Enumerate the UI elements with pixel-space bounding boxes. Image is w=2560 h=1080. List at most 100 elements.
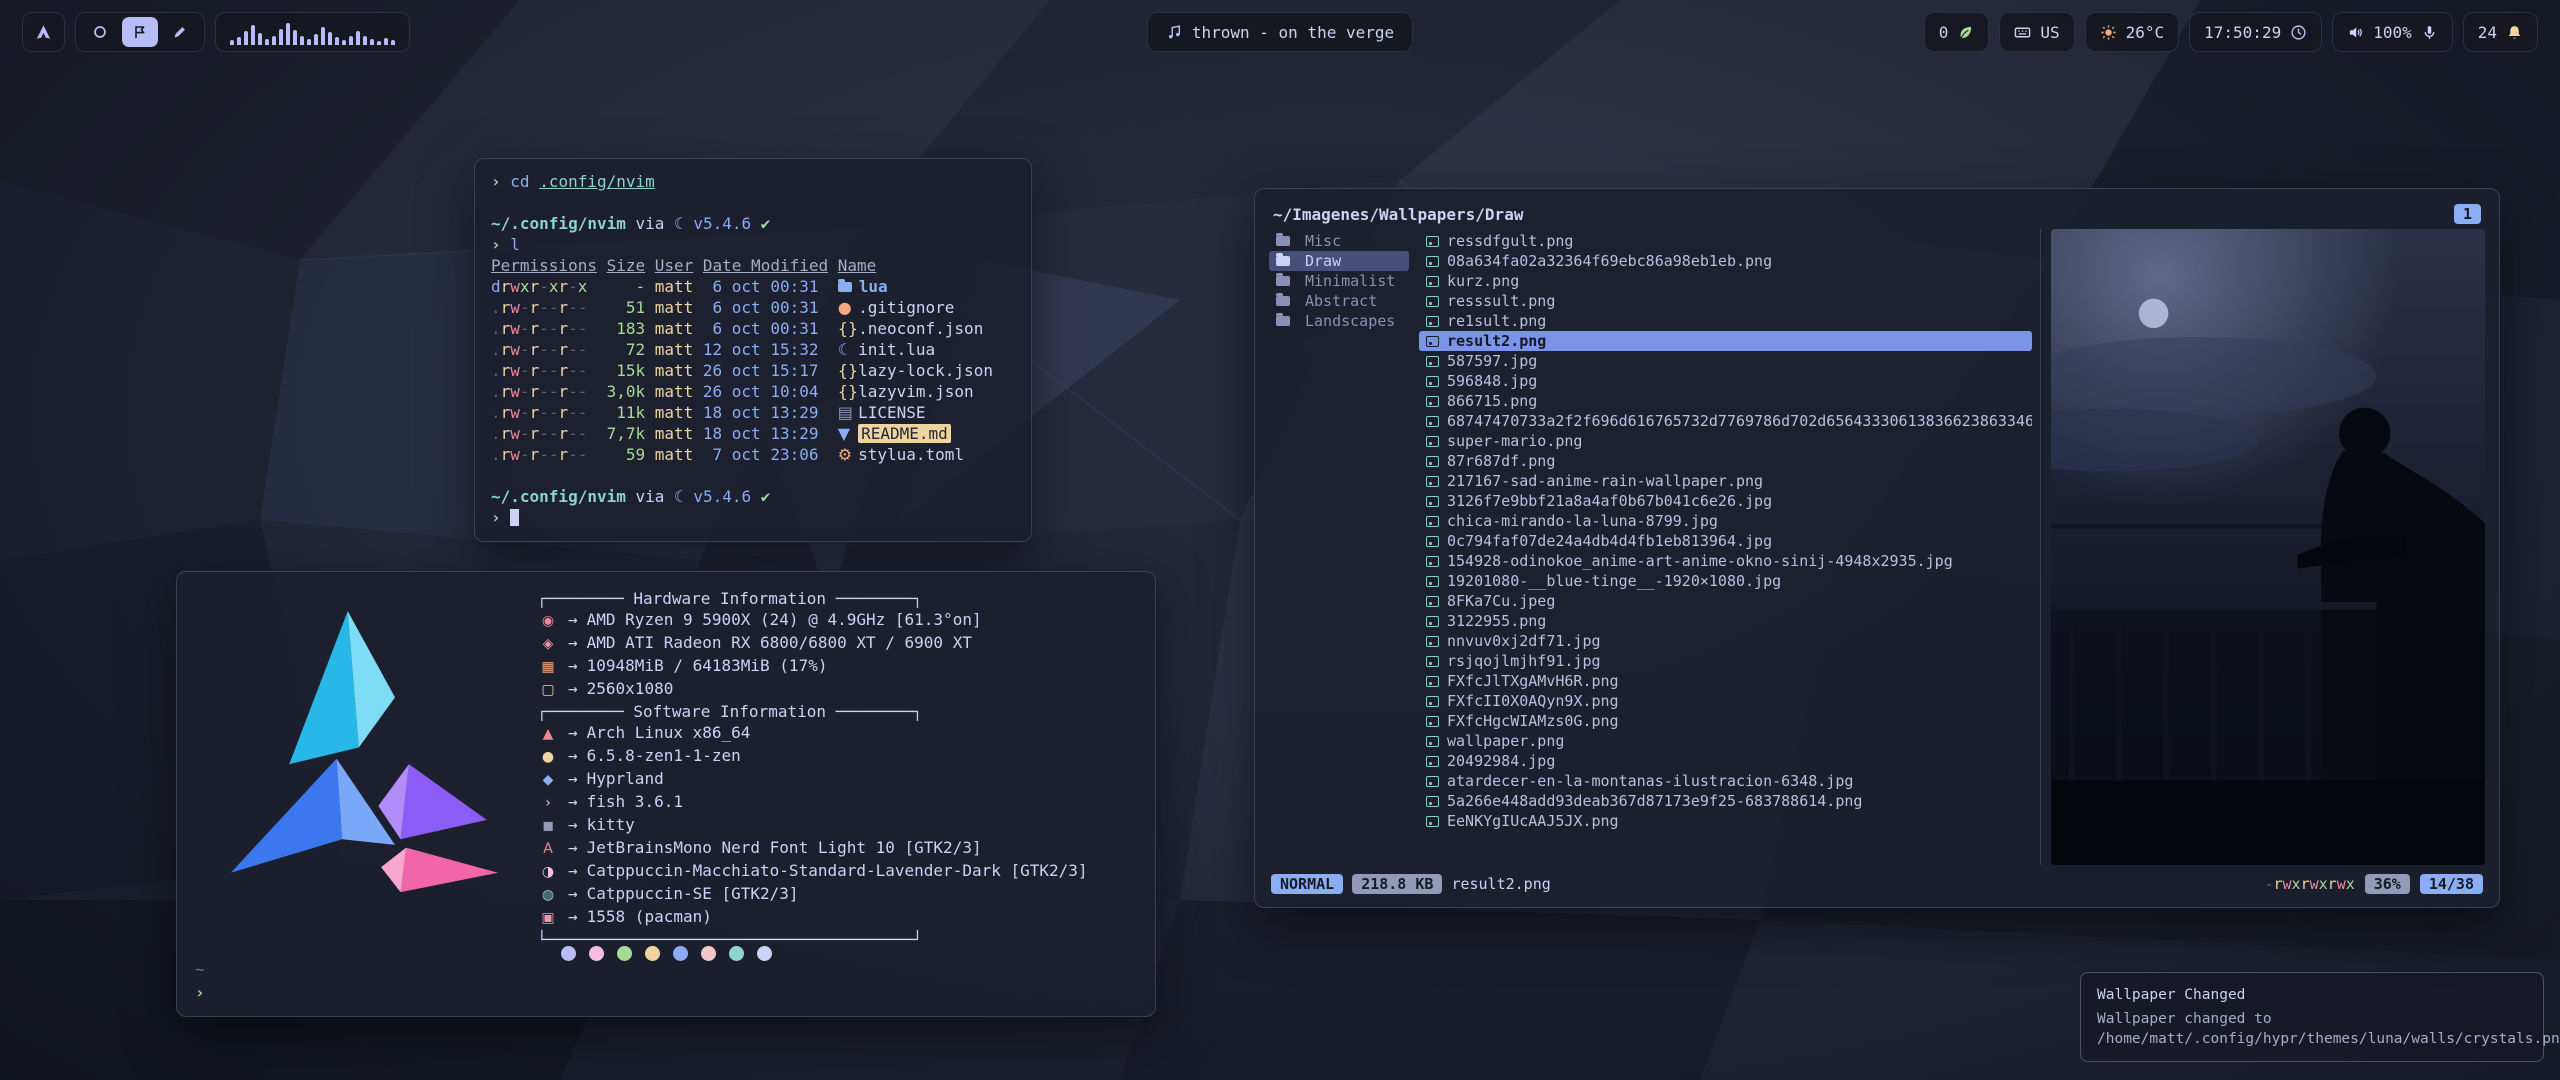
file-row[interactable]: re1sult.png — [1419, 311, 2032, 331]
updates-module[interactable]: 0 — [1924, 12, 1990, 52]
audio-visualizer — [215, 12, 410, 52]
software-section-header: ┌──────── Software Information ────────┐ — [537, 701, 1137, 722]
file-row[interactable]: 08a634fa02a32364f69ebc86a98eb1eb.png — [1419, 251, 2032, 271]
weather-module[interactable]: 26°C — [2085, 12, 2180, 52]
circle-icon — [92, 24, 108, 40]
folder-icon — [838, 282, 852, 292]
file-row[interactable]: 154928-odinokoe_anime-art-anime-okno-sin… — [1419, 551, 2032, 571]
file-row[interactable]: 596848.jpg — [1419, 371, 2032, 391]
date-cell: 26 oct 15:17 — [703, 360, 828, 381]
file-row[interactable]: nnvuv0xj2df71.jpg — [1419, 631, 2032, 651]
file-row[interactable]: 866715.png — [1419, 391, 2032, 411]
file-row[interactable]: resssult.png — [1419, 291, 2032, 311]
file-name: resssult.png — [1447, 292, 1555, 310]
file-row[interactable]: kurz.png — [1419, 271, 2032, 291]
file-listing-row: .rw-r--r--51matt 6 oct 00:31●.gitignore — [491, 297, 1015, 318]
sidebar-folder-draw[interactable]: Draw — [1269, 251, 1409, 271]
workspace-button-3[interactable] — [162, 17, 198, 47]
arrow-icon: → — [568, 860, 578, 881]
file-row[interactable]: wallpaper.png — [1419, 731, 2032, 751]
audio-module[interactable]: 100% — [2332, 12, 2453, 52]
image-file-icon — [1426, 416, 1439, 427]
clock-module[interactable]: 17:50:29 — [2189, 12, 2322, 52]
file-row[interactable]: ressdfgult.png — [1419, 231, 2032, 251]
sidebar-folder-minimalist[interactable]: Minimalist — [1269, 271, 1409, 291]
file-row[interactable]: 68747470733a2f2f696d616765732d7769786d70… — [1419, 411, 2032, 431]
palette-dot — [729, 946, 744, 961]
file-name: ressdfgult.png — [1447, 232, 1573, 250]
theme-icon: ◑ — [537, 862, 559, 883]
file-row[interactable]: rsjqojlmjhf91.jpg — [1419, 651, 2032, 671]
file-row[interactable]: atardecer-en-la-montanas-ilustracion-634… — [1419, 771, 2032, 791]
workspace-button-2[interactable] — [122, 17, 158, 47]
file-row[interactable]: 20492984.jpg — [1419, 751, 2032, 771]
file-name: atardecer-en-la-montanas-ilustracion-634… — [1447, 772, 1853, 790]
folder-name: Landscapes — [1305, 312, 1395, 330]
file-manager-window[interactable]: ~/Imagenes/Wallpapers/Draw 1 MiscDrawMin… — [1254, 188, 2500, 908]
file-name: 596848.jpg — [1447, 372, 1537, 390]
prompt-input-line[interactable]: › — [491, 507, 1015, 528]
date-cell: 6 oct 00:31 — [703, 276, 828, 297]
workspace-button-1[interactable] — [82, 17, 118, 47]
tab-badge[interactable]: 1 — [2454, 204, 2481, 224]
gear-icon: ⚙ — [838, 444, 858, 465]
file-listing-row: .rw-r--r--72matt12 oct 15:32☾init.lua — [491, 339, 1015, 360]
launcher-button[interactable] — [22, 12, 65, 52]
fetch-prompt[interactable]: ~ › — [195, 958, 205, 1004]
notifications-module[interactable]: 24 — [2463, 12, 2538, 52]
sidebar-folder-abstract[interactable]: Abstract — [1269, 291, 1409, 311]
file-row[interactable]: 587597.jpg — [1419, 351, 2032, 371]
sidebar-folder-landscapes[interactable]: Landscapes — [1269, 311, 1409, 331]
file-name: 5a266e448add93deab367d87173e9f25-6837886… — [1447, 792, 1862, 810]
file-row[interactable]: chica-mirando-la-luna-8799.jpg — [1419, 511, 2032, 531]
fetch-info-row: ◼→kitty — [537, 814, 1137, 837]
file-row[interactable]: 0c794faf07de24a4db4d4fb1eb813964.jpg — [1419, 531, 2032, 551]
fetch-info-row: ◍→Catppuccin-SE [GTK2/3] — [537, 883, 1137, 906]
image-file-icon — [1426, 816, 1439, 827]
size-cell: 11k — [607, 402, 646, 423]
file-name: wallpaper.png — [1447, 732, 1564, 750]
leaf-icon — [1957, 24, 1974, 41]
music-module[interactable]: thrown - on the verge — [1147, 12, 1413, 52]
volume-label: 100% — [2373, 23, 2412, 42]
file-listing-row: drwxr-xr-x-matt 6 oct 00:31lua — [491, 276, 1015, 297]
fetch-info-text: Catppuccin-SE [GTK2/3] — [587, 883, 799, 904]
cava-bar — [265, 39, 269, 45]
file-row[interactable]: result2.png — [1419, 331, 2032, 351]
image-file-icon — [1426, 296, 1439, 307]
keyboard-layout-module[interactable]: US — [1999, 12, 2074, 52]
arrow-icon: → — [568, 609, 578, 630]
fetch-info-block: ┌──────── Hardware Information ────────┐… — [537, 588, 1137, 950]
file-row[interactable]: super-mario.png — [1419, 431, 2032, 451]
arrow-icon: → — [568, 791, 578, 812]
file-row[interactable]: EeNKYgIUcAAJ5JX.png — [1419, 811, 2032, 831]
cava-bar — [370, 39, 374, 45]
fetch-window[interactable]: ┌──────── Hardware Information ────────┐… — [176, 571, 1156, 1017]
bar-right-cluster: 0 US 26°C 17:50:29 — [1924, 12, 2538, 52]
json-icon: {} — [838, 318, 858, 339]
image-file-icon — [1426, 436, 1439, 447]
image-file-icon — [1426, 396, 1439, 407]
file-listing-row: .rw-r--r--15kmatt26 oct 15:17{}lazy-lock… — [491, 360, 1015, 381]
file-row[interactable]: 8FKa7Cu.jpeg — [1419, 591, 2032, 611]
sidebar-folder-misc[interactable]: Misc — [1269, 231, 1409, 251]
file-row[interactable]: FXfcII0X0AQyn9X.png — [1419, 691, 2032, 711]
file-row[interactable]: 217167-sad-anime-rain-wallpaper.png — [1419, 471, 2032, 491]
image-file-icon — [1426, 316, 1439, 327]
file-row[interactable]: FXfcJlTXgAMvH6R.png — [1419, 671, 2032, 691]
file-row[interactable]: 5a266e448add93deab367d87173e9f25-6837886… — [1419, 791, 2032, 811]
cava-bar — [363, 36, 367, 45]
file-row[interactable]: 3126f7e9bbf21a8a4af0b67b041c6e26.jpg — [1419, 491, 2032, 511]
listing-header-cell: Size — [607, 255, 646, 276]
notification-toast[interactable]: Wallpaper Changed Wallpaper changed to /… — [2080, 972, 2544, 1062]
json-icon: {} — [838, 360, 858, 381]
arrow-icon: → — [568, 632, 578, 653]
file-listing-row: .rw-r--r--11kmatt18 oct 13:29▤LICENSE — [491, 402, 1015, 423]
file-row[interactable]: 3122955.png — [1419, 611, 2032, 631]
file-row[interactable]: 19201080-__blue-tinge__-1920×1080.jpg — [1419, 571, 2032, 591]
file-row[interactable]: 87r687df.png — [1419, 451, 2032, 471]
file-name: EeNKYgIUcAAJ5JX.png — [1447, 812, 1619, 830]
terminal-window[interactable]: › cd .config/nvim ~/.config/nvim via ☾ v… — [474, 158, 1032, 542]
cava-bar — [230, 40, 234, 45]
file-row[interactable]: FXfcHgcWIAMzs0G.png — [1419, 711, 2032, 731]
